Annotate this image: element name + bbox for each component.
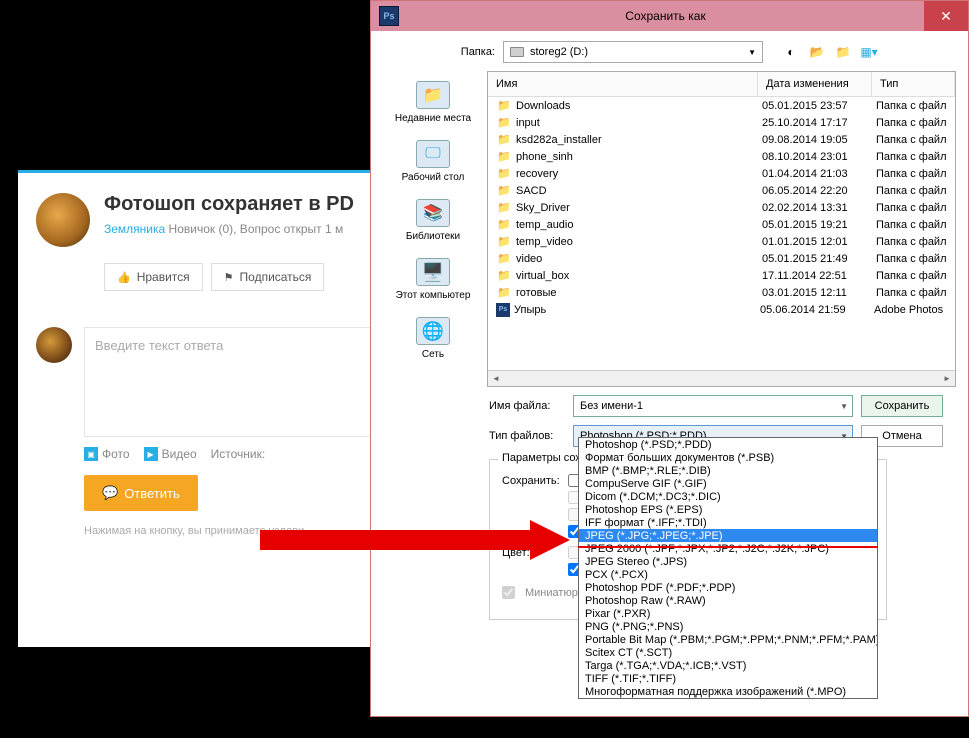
drive-icon bbox=[510, 47, 524, 57]
photo-icon: ▣ bbox=[84, 447, 98, 461]
folder-icon: 📁 bbox=[496, 201, 512, 214]
forum-page: Фотошоп сохраняет в PD Земляника Новичок… bbox=[18, 170, 418, 647]
annotation-underline bbox=[578, 546, 878, 548]
file-row[interactable]: PsУпырь05.06.2014 21:59Adobe Photos bbox=[488, 301, 955, 318]
user-avatar bbox=[36, 327, 72, 363]
filetype-option[interactable]: Photoshop Raw (*.RAW) bbox=[579, 594, 877, 607]
col-date[interactable]: Дата изменения bbox=[758, 72, 872, 96]
attach-video[interactable]: ▶Видео bbox=[144, 447, 197, 461]
save-button[interactable]: Сохранить bbox=[861, 395, 943, 417]
chevron-down-icon: ▼ bbox=[840, 402, 848, 411]
folder-icon: 📁 bbox=[496, 269, 512, 282]
folder-icon: 📁 bbox=[496, 286, 512, 299]
filetype-option[interactable]: Многоформатная поддержка изображений (*.… bbox=[579, 685, 877, 698]
filetype-option[interactable]: Portable Bit Map (*.PBM;*.PGM;*.PPM;*.PN… bbox=[579, 633, 877, 646]
filetype-option[interactable]: Формат больших документов (*.PSB) bbox=[579, 451, 877, 464]
up-icon[interactable]: 📂 bbox=[807, 42, 827, 62]
opt-thumb-checkbox bbox=[502, 586, 515, 599]
chevron-down-icon: ▼ bbox=[748, 48, 756, 57]
filetype-option[interactable]: Targa (*.TGA;*.VDA;*.ICB;*.VST) bbox=[579, 659, 877, 672]
filetype-label: Тип файлов: bbox=[489, 430, 565, 442]
dialog-title: Сохранить как bbox=[407, 9, 924, 23]
file-row[interactable]: 📁temp_video01.01.2015 12:01Папка с файл bbox=[488, 233, 955, 250]
file-row[interactable]: 📁SACD06.05.2014 22:20Папка с файл bbox=[488, 182, 955, 199]
file-row[interactable]: 📁recovery01.04.2014 21:03Папка с файл bbox=[488, 165, 955, 182]
filetype-option[interactable]: IFF формат (*.IFF;*.TDI) bbox=[579, 516, 877, 529]
folder-label: Папка: bbox=[453, 46, 495, 58]
view-menu-icon[interactable]: ▦▾ bbox=[859, 42, 879, 62]
folder-icon: 📁 bbox=[496, 252, 512, 265]
new-folder-icon[interactable]: 📁 bbox=[833, 42, 853, 62]
file-row[interactable]: 📁temp_audio05.01.2015 19:21Папка с файл bbox=[488, 216, 955, 233]
filetype-option[interactable]: Photoshop (*.PSD;*.PDD) bbox=[579, 438, 877, 451]
filename-input[interactable]: Без имени-1▼ bbox=[573, 395, 853, 417]
file-row[interactable]: 📁input25.10.2014 17:17Папка с файл bbox=[488, 114, 955, 131]
filetype-option[interactable]: PCX (*.PCX) bbox=[579, 568, 877, 581]
titlebar: Ps Сохранить как ✕ bbox=[371, 1, 968, 31]
folder-icon: 📁 bbox=[496, 167, 512, 180]
filetype-option[interactable]: BMP (*.BMP;*.RLE;*.DIB) bbox=[579, 464, 877, 477]
close-button[interactable]: ✕ bbox=[924, 1, 968, 31]
filetype-option[interactable]: JPEG 2000 (*.JPF;*.JPX;*.JP2;*.J2C;*.J2K… bbox=[579, 542, 877, 555]
psd-file-icon: Ps bbox=[496, 303, 510, 317]
folder-icon: 📁 bbox=[496, 150, 512, 163]
col-type[interactable]: Тип bbox=[872, 72, 955, 96]
filetype-option[interactable]: JPEG Stereo (*.JPS) bbox=[579, 555, 877, 568]
place-recent[interactable]: Недавние места bbox=[387, 75, 479, 130]
video-icon: ▶ bbox=[144, 447, 158, 461]
file-row[interactable]: 📁ksd282a_installer09.08.2014 19:05Папка … bbox=[488, 131, 955, 148]
col-name[interactable]: Имя bbox=[488, 72, 758, 96]
place-desktop[interactable]: Рабочий стол bbox=[387, 134, 479, 189]
file-row[interactable]: 📁virtual_box17.11.2014 22:51Папка с файл bbox=[488, 267, 955, 284]
thumbs-up-icon: 👍 bbox=[117, 271, 131, 284]
answer-textarea[interactable]: Введите текст ответа bbox=[84, 327, 400, 437]
file-row[interactable]: 📁Sky_Driver02.02.2014 13:31Папка с файл bbox=[488, 199, 955, 216]
horizontal-scrollbar[interactable]: ◄► bbox=[488, 370, 955, 386]
filetype-option[interactable]: Scitex CT (*.SCT) bbox=[579, 646, 877, 659]
folder-icon: 📁 bbox=[496, 218, 512, 231]
filetype-option[interactable]: PNG (*.PNG;*.PNS) bbox=[579, 620, 877, 633]
back-icon[interactable]: ◐ bbox=[781, 42, 801, 62]
folder-icon: 📁 bbox=[496, 99, 512, 112]
file-row[interactable]: 📁phone_sinh08.10.2014 23:01Папка с файл bbox=[488, 148, 955, 165]
folder-icon: 📁 bbox=[496, 235, 512, 248]
question-meta: Земляника Новичок (0), Вопрос открыт 1 м bbox=[104, 222, 354, 236]
reply-button[interactable]: 💬Ответить bbox=[84, 475, 198, 511]
filetype-option[interactable]: Photoshop PDF (*.PDF;*.PDP) bbox=[579, 581, 877, 594]
scroll-right-icon: ► bbox=[939, 374, 955, 383]
place-libraries[interactable]: Библиотеки bbox=[387, 193, 479, 248]
folder-icon: 📁 bbox=[496, 116, 512, 129]
like-button[interactable]: 👍Нравится bbox=[104, 263, 203, 291]
filetype-option[interactable]: Photoshop EPS (*.EPS) bbox=[579, 503, 877, 516]
photoshop-icon: Ps bbox=[379, 6, 399, 26]
file-row[interactable]: 📁Downloads05.01.2015 23:57Папка с файл bbox=[488, 97, 955, 114]
place-computer[interactable]: Этот компьютер bbox=[387, 252, 479, 307]
filetype-dropdown-list[interactable]: Photoshop (*.PSD;*.PDD)Формат больших до… bbox=[578, 437, 878, 699]
filename-label: Имя файла: bbox=[489, 400, 565, 412]
question-title: Фотошоп сохраняет в PD bbox=[104, 193, 354, 216]
subscribe-button[interactable]: ⚑Подписаться bbox=[211, 263, 325, 291]
folder-select[interactable]: storeg2 (D:) ▼ bbox=[503, 41, 763, 63]
scroll-left-icon: ◄ bbox=[488, 374, 504, 383]
filetype-option[interactable]: JPEG (*.JPG;*.JPEG;*.JPE) bbox=[579, 529, 877, 542]
places-bar: Недавние места Рабочий стол Библиотеки Э… bbox=[383, 71, 483, 387]
file-row[interactable]: 📁готовые03.01.2015 12:11Папка с файл bbox=[488, 284, 955, 301]
filetype-option[interactable]: Dicom (*.DCM;*.DC3;*.DIC) bbox=[579, 490, 877, 503]
filetype-option[interactable]: Pixar (*.PXR) bbox=[579, 607, 877, 620]
place-network[interactable]: Сеть bbox=[387, 311, 479, 366]
filetype-option[interactable]: TIFF (*.TIF;*.TIFF) bbox=[579, 672, 877, 685]
attach-photo[interactable]: ▣Фото bbox=[84, 447, 130, 461]
author-link[interactable]: Земляника bbox=[104, 222, 165, 236]
flag-icon: ⚑ bbox=[224, 271, 234, 284]
annotation-arrow bbox=[260, 520, 580, 560]
file-row[interactable]: 📁video05.01.2015 21:49Папка с файл bbox=[488, 250, 955, 267]
filetype-option[interactable]: CompuServe GIF (*.GIF) bbox=[579, 477, 877, 490]
avatar bbox=[36, 193, 90, 247]
folder-icon: 📁 bbox=[496, 184, 512, 197]
source-label: Источник: bbox=[211, 447, 266, 461]
opt-save-label: Сохранить: bbox=[502, 475, 562, 487]
file-list: Имя Дата изменения Тип 📁Downloads05.01.2… bbox=[487, 71, 956, 387]
folder-icon: 📁 bbox=[496, 133, 512, 146]
speech-icon: 💬 bbox=[102, 485, 118, 501]
